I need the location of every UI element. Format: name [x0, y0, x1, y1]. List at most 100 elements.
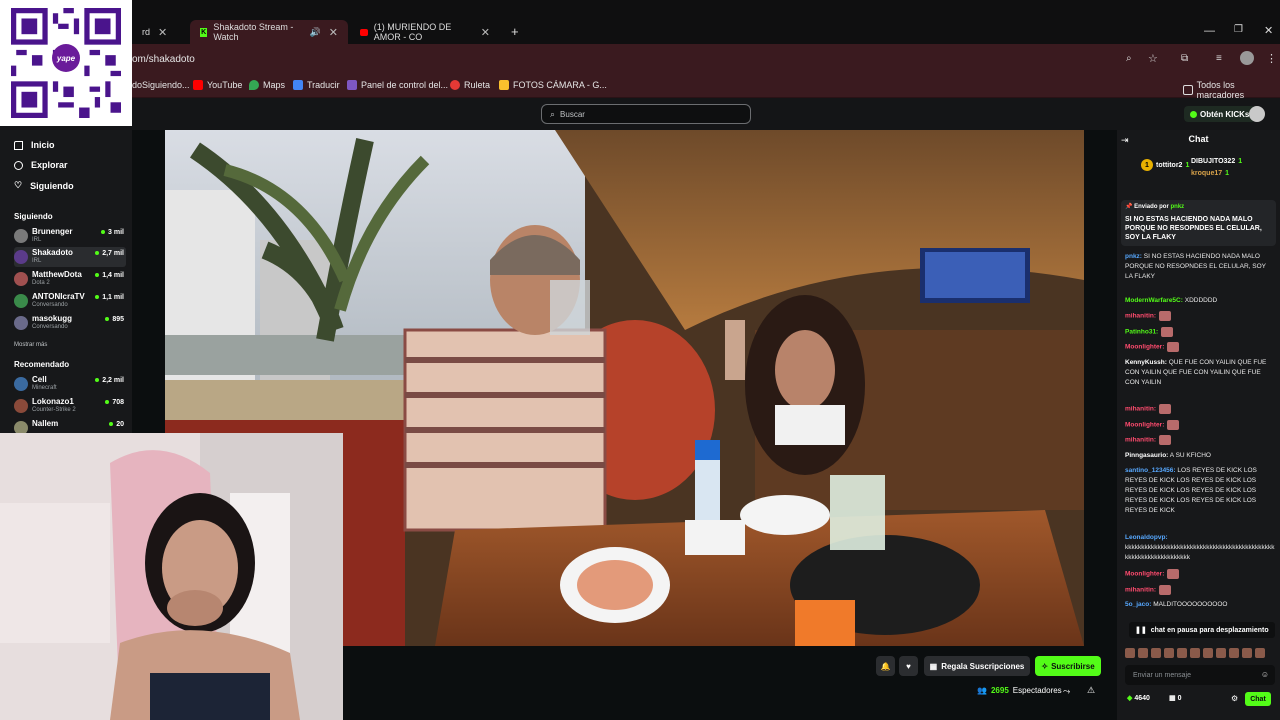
bookmark-maps[interactable]: Maps [249, 80, 285, 90]
chat-message: ModernWarfare5C: XDDDDDD [1125, 297, 1218, 304]
window-close-icon[interactable]: ✕ [1264, 24, 1273, 37]
url-field[interactable]: om/shakadoto [132, 54, 195, 65]
chat-message: mihanitin: [1125, 435, 1275, 446]
emote[interactable] [1190, 648, 1200, 658]
bookmark-ruleta[interactable]: Ruleta [450, 80, 490, 90]
site-header: ⌕ Buscar Obtén KICKs [0, 98, 1280, 130]
chat-input[interactable]: Enviar un mensaje ☺ [1125, 665, 1275, 685]
bookmark-item[interactable]: doSiguiendo... [132, 80, 190, 90]
emote[interactable] [1164, 648, 1174, 658]
bookmark-youtube[interactable]: YouTube [193, 80, 242, 90]
emote [1167, 569, 1180, 579]
avatar [14, 399, 28, 413]
extensions-icon[interactable]: ⧉ [1181, 53, 1188, 64]
chat-paused-banner[interactable]: ❚❚ chat en pausa para desplazamiento [1129, 622, 1275, 638]
webcam-image [0, 433, 343, 720]
report-icon[interactable]: ⚠ [1087, 685, 1095, 696]
sidebar-channel[interactable]: Lokonazo1 Counter-Strike 2 708 [14, 396, 126, 416]
gift-count[interactable]: ▦ 0 [1169, 694, 1181, 702]
bookmark-panel[interactable]: Panel de control del... [347, 80, 448, 90]
kicks-balance[interactable]: ◆ 4640 [1127, 694, 1150, 702]
pinned-message[interactable]: 📌 Enviado por pnkz SI NO ESTAS HACIENDO … [1121, 200, 1276, 246]
emote[interactable] [1255, 648, 1265, 658]
restore-icon[interactable]: ❐ [1234, 24, 1243, 35]
folder-icon [1183, 85, 1193, 95]
emote [1158, 404, 1171, 414]
gift-subs-button[interactable]: ▦ Regala Suscripciones [924, 656, 1030, 676]
sidebar-channel[interactable]: masokugg Conversando 895 [14, 313, 126, 333]
bookmarks-bar: doSiguiendo... YouTube Maps Traducir Pan… [0, 74, 1280, 100]
chat-message: Moonlighter: [1125, 420, 1275, 431]
new-tab-icon[interactable]: + [511, 24, 519, 39]
browser-tab-1[interactable]: rd ✕ [132, 20, 187, 44]
share-icon[interactable]: ⤳ [1063, 686, 1070, 697]
gift-icon: ▦ [1169, 695, 1178, 702]
sidebar-channel[interactable]: Cell Minecraft 2,2 mil [14, 374, 126, 394]
bookmark-traducir[interactable]: Traducir [293, 80, 340, 90]
stream-action-bar: 🔔 ♥ ▦ Regala Suscripciones ✧ Suscribirse 👥… [343, 646, 1117, 720]
heart-icon: ♥ [906, 661, 911, 671]
emote[interactable] [1125, 648, 1135, 658]
emoji-icon[interactable]: ☺ [1261, 670, 1269, 679]
avatar [14, 272, 28, 286]
home-icon [14, 140, 23, 150]
kick-favicon-icon: K [200, 27, 208, 37]
profile-avatar[interactable] [1240, 51, 1254, 65]
bookmark-star-icon[interactable]: ☆ [1148, 52, 1158, 65]
emote[interactable] [1177, 648, 1187, 658]
left-sidebar: Inicio Explorar ♡ Siguiendo Siguiendo Bru… [0, 130, 132, 435]
bookmark-all[interactable]: Todos los marcadores [1183, 80, 1280, 100]
chat-message: KennyKussh: QUE FUE CON YAILIN QUE FUE C… [1125, 359, 1267, 386]
yape-logo: yape [52, 44, 80, 72]
emote[interactable] [1229, 648, 1239, 658]
emote [1158, 435, 1171, 445]
address-bar: om/shakadoto ⌕ ☆ ⧉ ≡ ⋮ [0, 44, 1280, 74]
browser-tab-active[interactable]: K Shakadoto Stream - Watch 🔊 ✕ [190, 20, 348, 44]
close-icon[interactable]: ✕ [158, 26, 167, 39]
chat-message: Patinho31: [1125, 327, 1275, 338]
zoom-icon[interactable]: ⌕ [1126, 53, 1132, 64]
nav-siguiendo[interactable]: ♡ Siguiendo [14, 180, 74, 191]
chat-send-button[interactable]: Chat [1245, 692, 1271, 706]
close-icon[interactable]: ✕ [329, 26, 338, 39]
emote[interactable] [1216, 648, 1226, 658]
bookmark-fotos[interactable]: FOTOS CÁMARA - G... [499, 80, 607, 90]
minimize-icon[interactable]: — [1204, 25, 1215, 37]
sidebar-channel[interactable]: MatthewDota Dota 2 1,4 mil [14, 269, 126, 289]
nav-explorar[interactable]: Explorar [14, 160, 68, 170]
chat-message: Moonlighter: [1125, 569, 1275, 580]
emote [1161, 327, 1174, 337]
chat-message: Moonlighter: [1125, 342, 1275, 353]
translate-icon [293, 80, 303, 90]
sidebar-channel[interactable]: Brunenger IRL 3 mil [14, 226, 126, 246]
browser-tab-3[interactable]: (1) MURIENDO DE AMOR - CO ✕ [350, 20, 500, 44]
chat-message: mihanitin: [1125, 311, 1275, 322]
settings-gear-icon[interactable]: ⚙ [1231, 694, 1238, 703]
menu-dots-icon[interactable]: ⋮ [1266, 52, 1277, 65]
follow-button[interactable]: ♥ [899, 656, 918, 676]
youtube-icon [193, 80, 203, 90]
chat-message: Leonaldopvp: kkkkkkkkkkkkkkkkkkkkkkkkkkkk… [1125, 534, 1275, 561]
compass-icon [14, 160, 23, 170]
emote[interactable] [1151, 648, 1161, 658]
youtube-favicon-icon [360, 28, 368, 36]
emote[interactable] [1242, 648, 1252, 658]
search-input[interactable]: ⌕ Buscar [541, 104, 751, 124]
get-kicks-button[interactable]: Obtén KICKs [1184, 106, 1256, 122]
panel-icon [347, 80, 357, 90]
user-avatar[interactable] [1249, 106, 1265, 122]
audio-icon[interactable]: 🔊 [310, 27, 321, 38]
close-icon[interactable]: ✕ [481, 26, 490, 39]
notification-bell-button[interactable]: 🔔 [876, 656, 895, 676]
browser-tab-bar: rd ✕ K Shakadoto Stream - Watch 🔊 ✕ (1) … [0, 0, 1280, 44]
emote[interactable] [1138, 648, 1148, 658]
media-icon[interactable]: ≡ [1216, 53, 1222, 64]
sidebar-channel-selected[interactable]: Shakadoto IRL 2,7 mil [14, 247, 126, 267]
subscribe-button[interactable]: ✧ Suscribirse [1035, 656, 1101, 676]
emote [1167, 420, 1180, 430]
chat-message: santino_123456: LOS REYES DE KICK LOS RE… [1125, 467, 1257, 514]
sidebar-channel[interactable]: ANTONIcraTV Conversando 1,1 mil [14, 291, 126, 311]
show-more-link[interactable]: Mostrar más [14, 342, 47, 348]
emote[interactable] [1203, 648, 1213, 658]
nav-inicio[interactable]: Inicio [14, 140, 55, 150]
